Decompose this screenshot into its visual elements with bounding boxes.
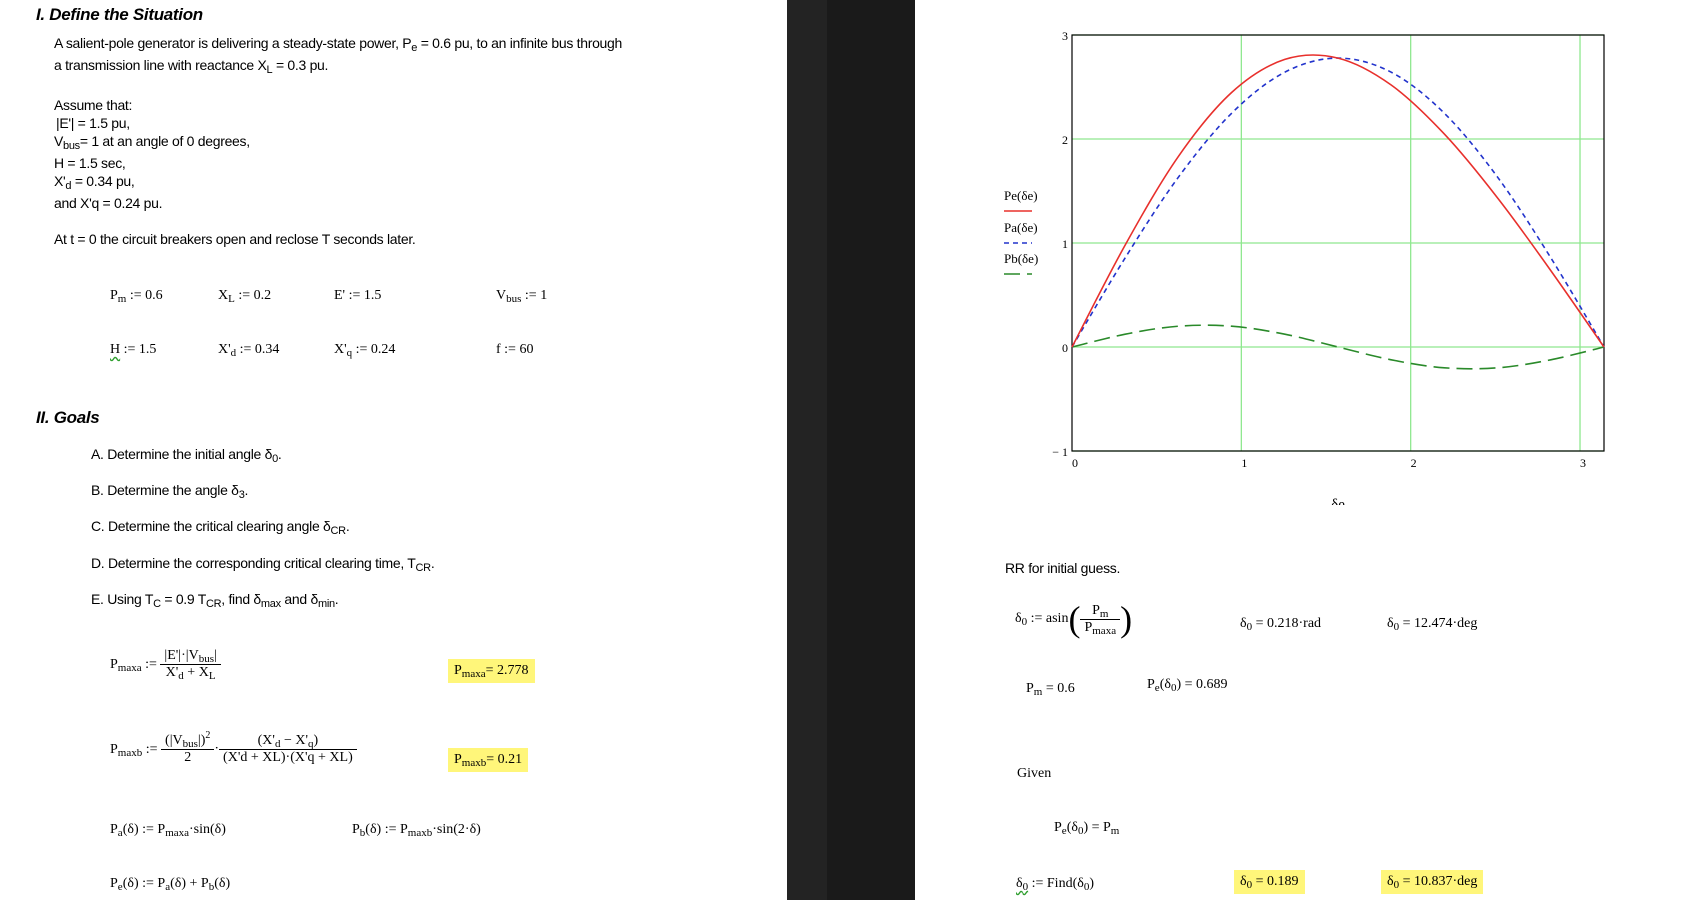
condition-e: |E'| = 1.5 pu, xyxy=(56,115,130,131)
pe-eval: Pe(δ0) = 0.689 xyxy=(1147,677,1228,694)
y-tick-label: 0 xyxy=(1062,341,1068,355)
goal-c: C. Determine the critical clearing angle… xyxy=(91,518,350,537)
y-tick-label: 1 xyxy=(1062,237,1068,251)
goal-d: D. Determine the corresponding critical … xyxy=(91,555,435,574)
condition-xq: and X'q = 0.24 pu. xyxy=(54,195,163,211)
condition-h: H = 1.5 sec, xyxy=(54,155,126,171)
x-tick-label: 1 xyxy=(1241,456,1247,470)
goal-e: E. Using TC = 0.9 TCR, find δmax and δmi… xyxy=(91,591,339,610)
result-pmaxb[interactable]: Pmaxb= 0.21 xyxy=(448,748,529,772)
y-tick-label: 3 xyxy=(1062,29,1068,43)
condition-vbus: Vbus= 1 at an angle of 0 degrees, xyxy=(54,133,250,152)
goal-a: A. Determine the initial angle δ0. xyxy=(91,446,282,465)
def-xq[interactable]: X'q := 0.24 xyxy=(334,342,395,359)
def-pm[interactable]: Pm := 0.6 xyxy=(110,288,163,305)
assume-label: Assume that: xyxy=(54,97,133,113)
x-tick-label: 0 xyxy=(1072,456,1078,470)
result-d0[interactable]: δ0 = 0.189 xyxy=(1234,870,1305,894)
legend-label: Pe(δe) xyxy=(1004,188,1038,203)
def-pb[interactable]: Pb(δ) := Pmaxb·sin(2·δ) xyxy=(352,822,481,839)
y-tick-label: − 1 xyxy=(1052,445,1068,459)
def-pa[interactable]: Pa(δ) := Pmaxa·sin(δ) xyxy=(110,822,226,839)
goal-b: B. Determine the angle δ3. xyxy=(91,482,249,501)
find-assign[interactable]: δ0 := Find(δ0) xyxy=(1016,876,1094,893)
power-angle-plot[interactable]: 0 1 2 3 3 2 1 0 − 1 δe Pe(δe) Pa(δe) Pb(δe) xyxy=(1000,25,1620,505)
def-pe[interactable]: Pe(δ) := Pa(δ) + Pb(δ) xyxy=(110,876,230,893)
intro-line-2: a transmission line with reactance XL = … xyxy=(54,57,329,76)
window-divider-gap xyxy=(827,0,915,900)
def-e[interactable]: E' := 1.5 xyxy=(334,288,381,304)
def-xd[interactable]: X'd := 0.34 xyxy=(218,342,279,359)
condition-xd: X'd = 0.34 pu, xyxy=(54,173,135,192)
pe-curve xyxy=(1071,54,1605,348)
pm-eval: Pm = 0.6 xyxy=(1026,681,1075,698)
def-f[interactable]: f := 60 xyxy=(496,342,533,358)
result-d0-deg[interactable]: δ0 = 10.837·deg xyxy=(1381,870,1484,894)
rr-label: RR for initial guess. xyxy=(1005,560,1121,576)
pa-curve xyxy=(1071,57,1605,348)
def-xl[interactable]: XL := 0.2 xyxy=(218,288,271,305)
eq-pmaxa[interactable]: Pmaxa := |E'|·|Vbus| X'd + XL xyxy=(110,648,221,682)
d0-deg: δ0 = 12.474·deg xyxy=(1387,616,1478,633)
intro-line-1: A salient-pole generator is delivering a… xyxy=(54,35,623,54)
eq-pmaxb[interactable]: Pmaxb := (|Vbus|)2 2 · (X'd − X'q) (X'd … xyxy=(110,731,357,766)
legend-label: Pb(δe) xyxy=(1004,251,1038,266)
x-tick-label: 3 xyxy=(1580,456,1586,470)
y-tick-label: 2 xyxy=(1062,133,1068,147)
x-axis-label: δe xyxy=(1331,497,1345,505)
breaker-statement: At t = 0 the circuit breakers open and r… xyxy=(54,231,416,247)
window-divider xyxy=(787,0,827,900)
section-heading-define: I. Define the Situation xyxy=(36,5,203,24)
d0-rad: δ0 = 0.218·rad xyxy=(1240,616,1322,633)
eq-d0-asin[interactable]: δ0 := asin( Pm Pmaxa ) xyxy=(1015,598,1132,640)
given-keyword: Given xyxy=(1017,766,1052,781)
legend-label: Pa(δe) xyxy=(1004,220,1038,235)
x-tick-label: 2 xyxy=(1411,456,1417,470)
section-heading-goals: II. Goals xyxy=(36,408,100,427)
def-h[interactable]: H := 1.5 xyxy=(110,342,156,358)
result-pmaxa[interactable]: Pmaxa= 2.778 xyxy=(448,659,535,683)
def-vbus[interactable]: Vbus := 1 xyxy=(496,288,547,305)
pmaxa-fraction: |E'|·|Vbus| X'd + XL xyxy=(160,648,221,682)
constraint[interactable]: Pe(δ0) = Pm xyxy=(1054,820,1119,837)
